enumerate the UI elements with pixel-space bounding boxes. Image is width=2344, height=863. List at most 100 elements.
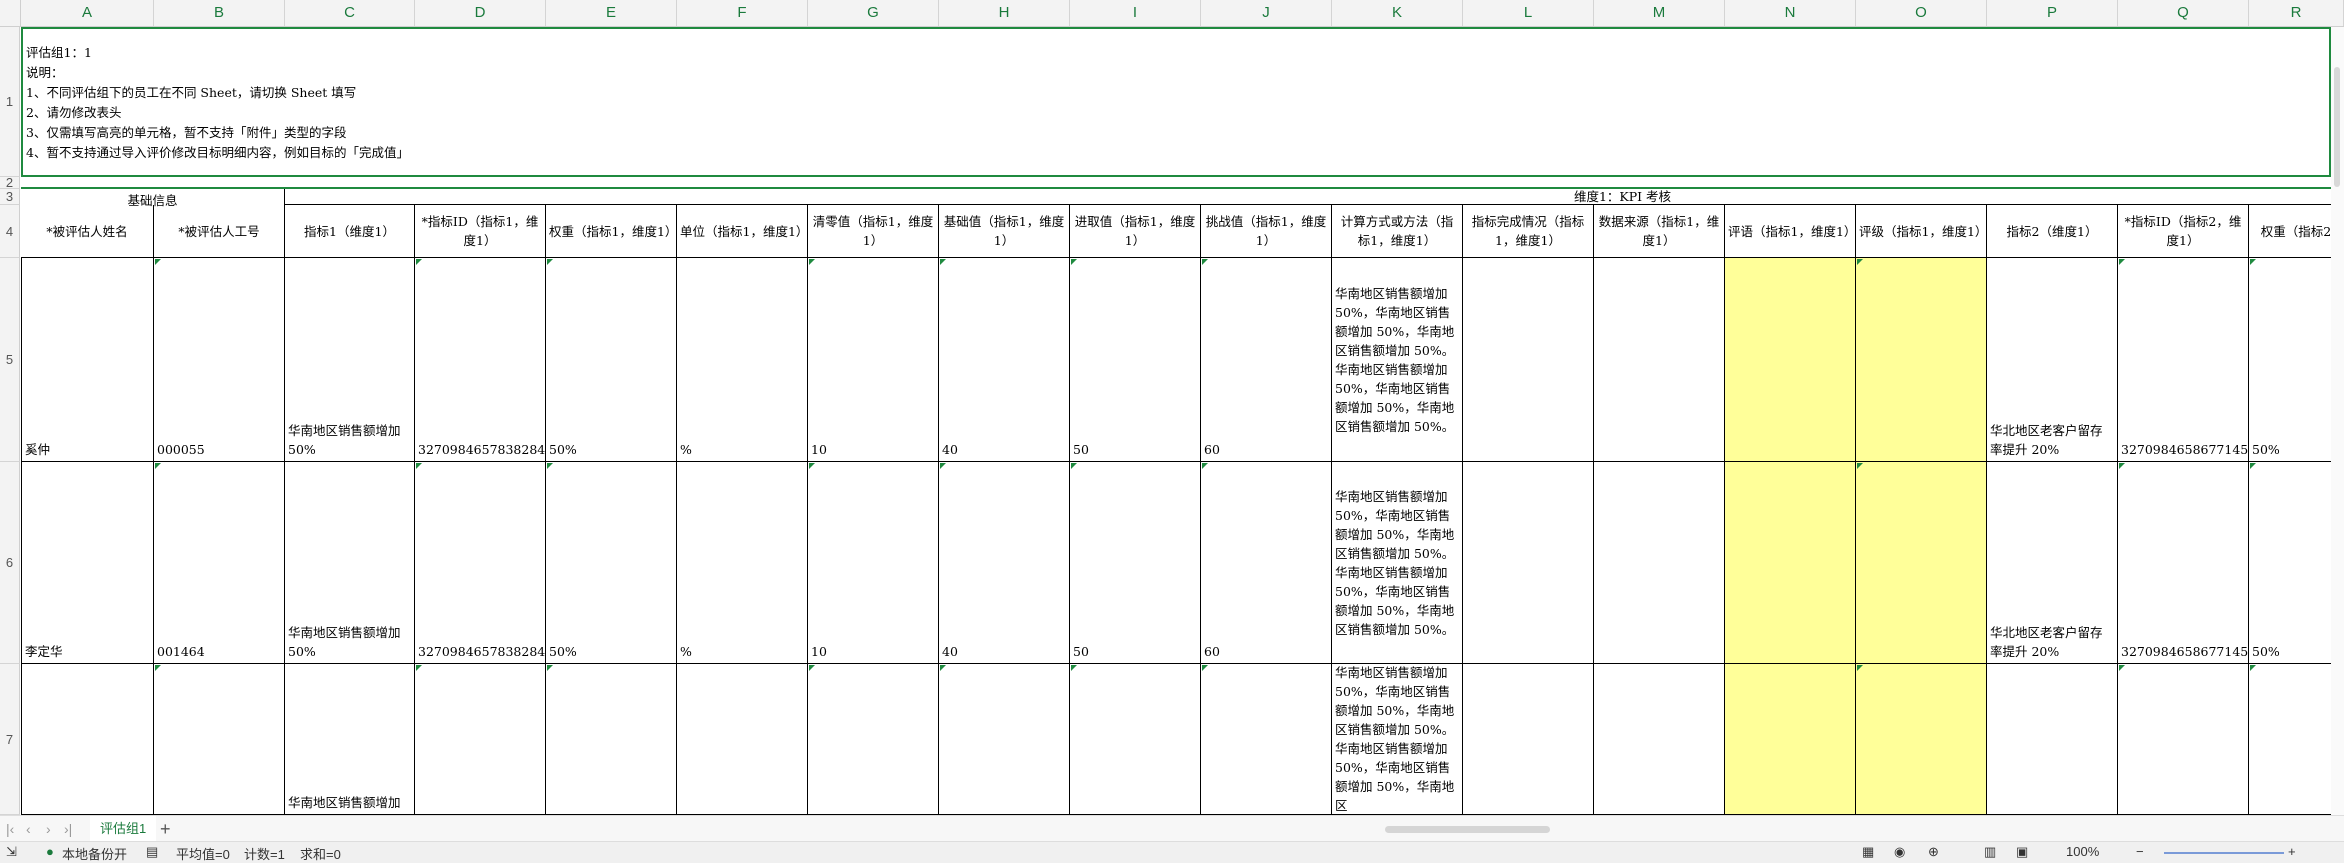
column-header-o[interactable]: O [1856, 0, 1987, 26]
column-header-q[interactable]: Q [2118, 0, 2249, 26]
backup-icon[interactable]: ● [46, 844, 54, 859]
crosshair-icon[interactable]: ⊕ [1928, 844, 1939, 860]
zoom-in-icon[interactable]: + [2288, 844, 2296, 859]
header-cell[interactable]: *指标ID（指标2，维度1） [2118, 205, 2249, 258]
row-header-3[interactable]: 3 [0, 189, 20, 205]
table-cell[interactable]: 327098465867714563 [2118, 462, 2249, 664]
table-cell[interactable] [1463, 258, 1594, 462]
table-cell[interactable] [1201, 664, 1332, 815]
header-cell[interactable]: 计算方式或方法（指标1，维度1） [1332, 205, 1463, 258]
header-cell[interactable]: *被评估人工号 [154, 205, 285, 258]
table-cell[interactable] [1070, 664, 1201, 815]
table-cell[interactable] [21, 664, 154, 815]
column-header-a[interactable]: A [21, 0, 154, 26]
table-cell[interactable] [154, 664, 285, 815]
table-cell[interactable]: 50% [2249, 462, 2331, 664]
eye-icon[interactable]: ◉ [1894, 844, 1905, 860]
horizontal-scrollbar[interactable] [1385, 826, 1550, 833]
column-header-e[interactable]: E [546, 0, 677, 26]
table-cell[interactable] [1594, 258, 1725, 462]
column-header-g[interactable]: G [808, 0, 939, 26]
header-cell[interactable]: *被评估人姓名 [21, 205, 154, 258]
header-cell[interactable]: 指标1（维度1） [285, 205, 415, 258]
header-cell[interactable]: 评级（指标1，维度1） [1856, 205, 1987, 258]
table-cell[interactable] [808, 664, 939, 815]
select-all-corner[interactable] [0, 0, 21, 26]
row-header-7[interactable]: 7 [0, 664, 20, 815]
row-header-5[interactable]: 5 [0, 258, 20, 462]
table-cell[interactable] [546, 664, 677, 815]
header-cell[interactable]: 权重（指标1，维度1） [546, 205, 677, 258]
table-cell[interactable]: 50 [1070, 462, 1201, 664]
column-header-l[interactable]: L [1463, 0, 1594, 26]
table-cell[interactable] [1725, 462, 1856, 664]
column-header-j[interactable]: J [1201, 0, 1332, 26]
column-header-r[interactable]: R [2249, 0, 2344, 26]
table-cell[interactable]: 华南地区销售额增加 [285, 664, 415, 815]
table-cell[interactable] [415, 664, 546, 815]
column-header-n[interactable]: N [1725, 0, 1856, 26]
table-cell[interactable]: 李定华 [21, 462, 154, 664]
status-icon[interactable]: ⇲ [6, 844, 17, 860]
row-header-6[interactable]: 6 [0, 462, 20, 664]
table-cell[interactable] [2249, 664, 2331, 815]
column-header-f[interactable]: F [677, 0, 808, 26]
row-header-1[interactable]: 1 [0, 27, 20, 177]
header-cell[interactable]: 指标完成情况（指标1，维度1） [1463, 205, 1594, 258]
table-cell[interactable]: 华北地区老客户留存率提升 20% [1987, 462, 2118, 664]
vertical-scrollbar[interactable] [2331, 27, 2344, 815]
table-cell[interactable]: 华南地区销售额增加50%，华南地区销售额增加 50%，华南地区销售额增加 50%… [1332, 664, 1463, 815]
table-cell[interactable]: 50% [546, 258, 677, 462]
table-cell[interactable]: % [677, 258, 808, 462]
add-sheet-icon[interactable]: + [160, 819, 171, 840]
column-header-i[interactable]: I [1070, 0, 1201, 26]
header-cell[interactable]: *指标ID（指标1，维度1） [415, 205, 546, 258]
table-cell[interactable]: 奚仲 [21, 258, 154, 462]
row-header-2[interactable]: 2 [0, 175, 20, 190]
table-cell[interactable] [1594, 462, 1725, 664]
table-cell[interactable] [1725, 258, 1856, 462]
header-cell[interactable]: 挑战值（指标1，维度1） [1201, 205, 1332, 258]
column-header-m[interactable]: M [1594, 0, 1725, 26]
column-header-c[interactable]: C [285, 0, 415, 26]
group-header-dimension[interactable]: 维度1：KPI 考核 [285, 189, 2331, 205]
column-header-b[interactable]: B [154, 0, 285, 26]
table-cell[interactable]: 000055 [154, 258, 285, 462]
table-cell[interactable] [1725, 664, 1856, 815]
normal-view-icon[interactable]: ▥ [1984, 844, 1996, 860]
document-icon[interactable]: ▤ [146, 844, 158, 860]
header-cell[interactable]: 单位（指标1，维度1） [677, 205, 808, 258]
zoom-out-icon[interactable]: − [2136, 844, 2144, 859]
table-cell[interactable]: 001464 [154, 462, 285, 664]
table-cell[interactable]: 10 [808, 462, 939, 664]
table-cell[interactable] [1856, 258, 1987, 462]
table-cell[interactable]: 华南地区销售额增加50% [285, 258, 415, 462]
instructions-cell[interactable]: 评估组1：1 说明： 1、不同评估组下的员工在不同 Sheet，请切换 Shee… [21, 27, 2331, 177]
table-cell[interactable] [2118, 664, 2249, 815]
table-cell[interactable] [1594, 664, 1725, 815]
zoom-slider[interactable] [2164, 852, 2284, 854]
table-cell[interactable]: 50 [1070, 258, 1201, 462]
table-cell[interactable]: 华南地区销售额增加50%，华南地区销售额增加 50%，华南地区销售额增加 50%… [1332, 258, 1463, 462]
sheet-grid[interactable]: 评估组1：1 说明： 1、不同评估组下的员工在不同 Sheet，请切换 Shee… [21, 27, 2331, 815]
table-cell[interactable] [1856, 664, 1987, 815]
first-sheet-icon[interactable]: |‹ [6, 821, 14, 837]
table-cell[interactable]: 50% [2249, 258, 2331, 462]
header-cell[interactable]: 权重（指标2 [2249, 205, 2331, 258]
table-cell[interactable] [1463, 462, 1594, 664]
table-cell[interactable] [1856, 462, 1987, 664]
table-cell[interactable]: 327098465783828483 [415, 462, 546, 664]
cell-row2[interactable] [21, 177, 2331, 189]
vertical-scroll-thumb[interactable] [2334, 67, 2340, 187]
backup-label[interactable]: 本地备份开 [62, 844, 127, 863]
table-cell[interactable] [1463, 664, 1594, 815]
table-cell[interactable]: 40 [939, 462, 1070, 664]
table-cell[interactable]: 华南地区销售额增加50%，华南地区销售额增加 50%，华南地区销售额增加 50%… [1332, 462, 1463, 664]
table-cell[interactable] [939, 664, 1070, 815]
last-sheet-icon[interactable]: ›| [64, 821, 72, 837]
header-cell[interactable]: 评语（指标1，维度1） [1725, 205, 1856, 258]
header-cell[interactable]: 指标2（维度1） [1987, 205, 2118, 258]
table-cell[interactable] [677, 664, 808, 815]
header-cell[interactable]: 数据来源（指标1，维度1） [1594, 205, 1725, 258]
table-cell[interactable] [1987, 664, 2118, 815]
